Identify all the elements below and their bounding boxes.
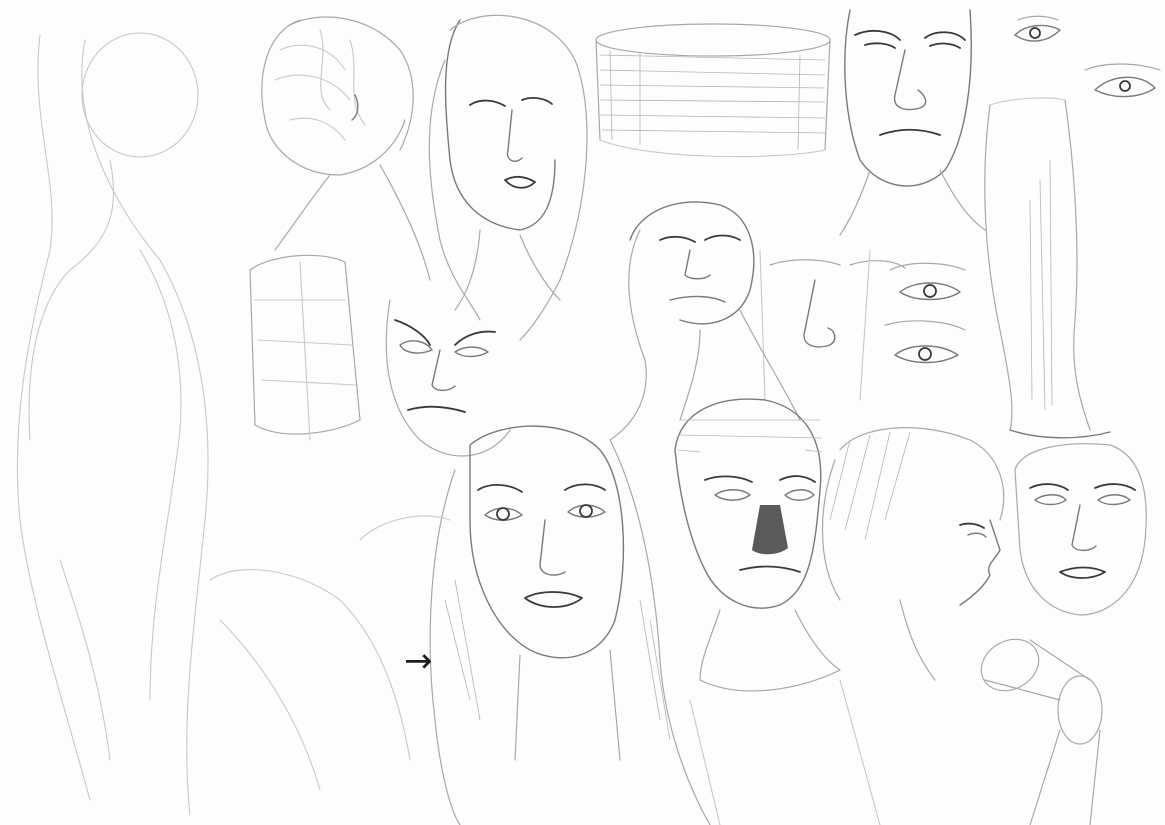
nose-study	[759, 249, 906, 401]
woman-long-hair-portrait	[429, 425, 711, 825]
cylinder-study	[595, 23, 831, 158]
man-short-hair-portrait	[674, 398, 881, 825]
leg-study-right	[984, 97, 1111, 439]
pencil-drawing	[16, 9, 1161, 825]
limb-cylinder-study	[980, 638, 1103, 825]
man-head-front-top-center	[839, 9, 986, 236]
eye-studies-top-right	[1014, 15, 1161, 98]
woman-hair-bun-back-view	[261, 16, 431, 281]
man-head-looking-up	[609, 201, 801, 441]
box-torso-study	[249, 254, 361, 441]
standing-figure-outline	[16, 32, 209, 816]
right-arrow-icon: →	[404, 641, 433, 681]
woman-head-looking-up	[428, 14, 588, 341]
boy-profile	[821, 427, 1005, 681]
woman-face-right	[1014, 443, 1147, 616]
sketch-sheet: →	[0, 0, 1165, 825]
eye-pair-studies	[884, 262, 966, 364]
